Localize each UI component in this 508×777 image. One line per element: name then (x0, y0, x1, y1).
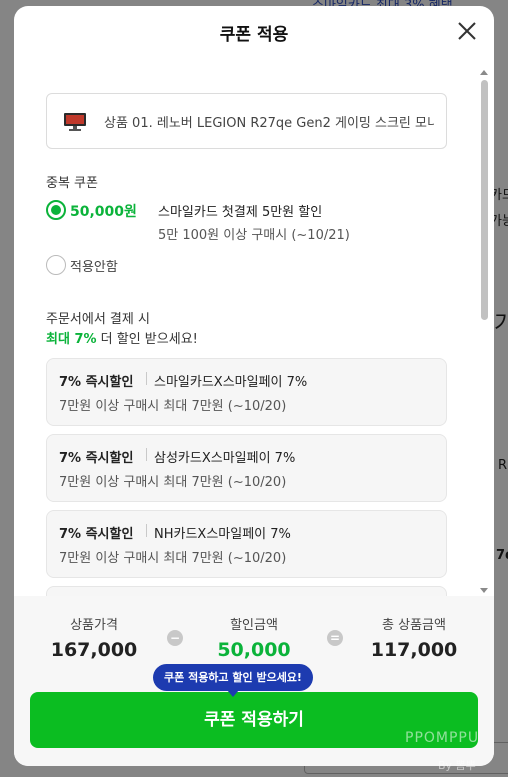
product-card: 상품 01. 레노버 LEGION R27qe Gen2 게이밍 스크린 모니터 (46, 93, 447, 149)
offer-card: 7% 즉시할인 삼성카드X스마일페이 7% 7만원 이상 구매시 최대 7만원 … (46, 434, 447, 502)
coupon-option-smilecard[interactable]: 50,000원 스마일카드 첫결제 5만원 할인 5만 100원 이상 구매시 … (46, 200, 376, 244)
scrollbar[interactable] (478, 68, 490, 596)
offer-tag: 7% 즉시할인 (59, 451, 134, 466)
modal-title: 쿠폰 적용 (219, 25, 289, 45)
total-summary: 총 상품금액 117,000 (349, 614, 479, 661)
offer-name: 삼성카드X스마일페이 7% (154, 451, 296, 466)
offer-condition: 7만원 이상 구매시 최대 7만원 (~10/20) (59, 475, 287, 490)
close-icon (458, 22, 476, 40)
promo-highlight: 최대 7% (46, 332, 97, 347)
product-name: 상품 01. 레노버 LEGION R27qe Gen2 게이밍 스크린 모니터 (104, 116, 434, 131)
coupon-amount: 50,000원 (70, 204, 137, 220)
total-value: 117,000 (370, 639, 458, 661)
discount-label: 할인금액 (230, 618, 278, 633)
promo-rest: 더 할인 받으세요! (96, 332, 198, 347)
total-label: 총 상품금액 (382, 618, 446, 633)
offer-condition: 7만원 이상 구매시 최대 7만원 (~10/20) (59, 399, 287, 414)
radio-checked[interactable] (46, 200, 66, 220)
coupon-section-label: 중복 쿠폰 (46, 176, 98, 191)
scrollbar-thumb[interactable] (481, 80, 488, 320)
discount-summary: 할인금액 50,000 (189, 614, 319, 661)
scroll-down-arrow-icon[interactable] (480, 588, 488, 593)
coupon-scroll-area[interactable]: 상품 01. 레노버 LEGION R27qe Gen2 게이밍 스크린 모니터… (14, 68, 494, 596)
apply-tooltip: 쿠폰 적용하고 할인 받으세요! (153, 664, 313, 697)
offer-divider (146, 524, 147, 537)
offer-card-partial (46, 586, 447, 596)
product-price-value: 167,000 (50, 639, 138, 661)
coupon-none-label: 적용안함 (70, 260, 118, 275)
promo-highlight-text: 최대 7% 더 할인 받으세요! (46, 328, 198, 347)
coupon-title: 스마일카드 첫결제 5만원 할인 (158, 205, 323, 220)
coupon-option-none[interactable]: 적용안함 (46, 255, 166, 277)
offer-tag: 7% 즉시할인 (59, 527, 134, 542)
offer-card: 7% 즉시할인 NH카드X스마일페이 7% 7만원 이상 구매시 최대 7만원 … (46, 510, 447, 578)
discount-value: 50,000 (217, 639, 291, 661)
coupon-condition: 5만 100원 이상 구매시 (~10/21) (158, 228, 350, 243)
modal-header: 쿠폰 적용 (14, 6, 494, 58)
equals-icon: = (327, 630, 343, 646)
offer-card: 7% 즉시할인 스마일카드X스마일페이 7% 7만원 이상 구매시 최대 7만원… (46, 358, 447, 426)
watermark-sub: By 뽐뿌 (438, 759, 476, 772)
watermark: PPOMPPU (405, 730, 480, 746)
scroll-up-arrow-icon[interactable] (480, 70, 488, 75)
offer-condition: 7만원 이상 구매시 최대 7만원 (~10/20) (59, 551, 287, 566)
close-button[interactable] (454, 18, 480, 44)
offer-divider (146, 372, 147, 385)
radio-unchecked[interactable] (46, 255, 66, 275)
product-price-summary: 상품가격 167,000 (29, 614, 159, 661)
offer-name: 스마일카드X스마일페이 7% (154, 375, 308, 390)
offer-tag: 7% 즉시할인 (59, 375, 134, 390)
monitor-thumbnail-icon (64, 113, 86, 131)
offer-name: NH카드X스마일페이 7% (154, 527, 291, 542)
offer-divider (146, 448, 147, 461)
coupon-modal: 쿠폰 적용 상품 01. 레노버 LEGION R27qe Gen2 게이밍 스… (14, 6, 494, 766)
minus-icon: − (167, 630, 183, 646)
promo-text: 주문서에서 결제 시 (46, 312, 150, 327)
product-price-label: 상품가격 (70, 618, 118, 633)
